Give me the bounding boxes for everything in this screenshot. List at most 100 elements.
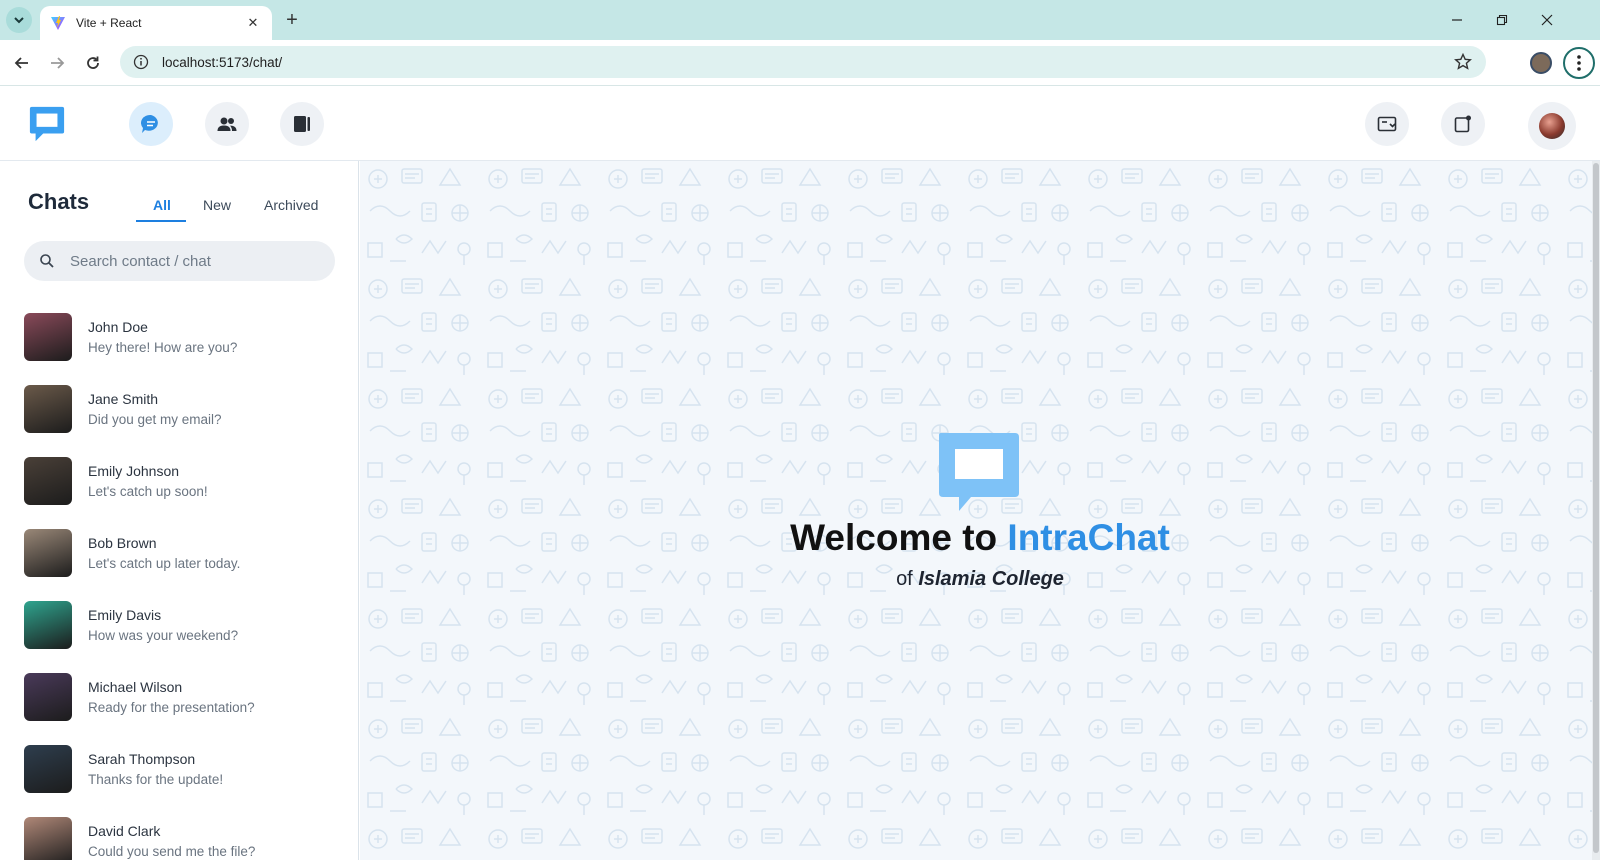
chat-avatar bbox=[24, 385, 72, 433]
subtitle-prefix: of bbox=[896, 568, 919, 590]
bookmark-star-icon[interactable] bbox=[1454, 53, 1472, 71]
forward-button[interactable] bbox=[44, 50, 70, 76]
chat-text: Michael Wilson Ready for the presentation… bbox=[88, 679, 255, 715]
tab-archived[interactable]: Archived bbox=[264, 197, 318, 213]
welcome-title: Welcome to IntraChat bbox=[360, 517, 1600, 559]
url-text: localhost:5173/chat/ bbox=[162, 54, 283, 70]
chat-list-item[interactable]: Emily Johnson Let's catch up soon! bbox=[0, 445, 358, 517]
chat-text: John Doe Hey there! How are you? bbox=[88, 319, 237, 355]
restore-icon bbox=[1496, 14, 1508, 26]
chat-text: Bob Brown Let's catch up later today. bbox=[88, 535, 240, 571]
browser-tab[interactable]: Vite + React ✕ bbox=[40, 6, 272, 40]
chat-text: Emily Davis How was your weekend? bbox=[88, 607, 238, 643]
search-icon bbox=[38, 252, 56, 270]
chat-name: Bob Brown bbox=[88, 535, 157, 551]
chat-last-message: Hey there! How are you? bbox=[88, 340, 238, 355]
vite-logo-icon bbox=[51, 16, 65, 30]
brand-name: IntraChat bbox=[1007, 517, 1170, 558]
reload-button[interactable] bbox=[80, 50, 106, 76]
chat-avatar bbox=[24, 745, 72, 793]
chat-avatar bbox=[24, 817, 72, 860]
chat-name: Emily Davis bbox=[88, 607, 162, 623]
back-button[interactable] bbox=[9, 50, 35, 76]
chat-last-message: Could you send me the file? bbox=[88, 844, 256, 859]
chat-name: Jane Smith bbox=[88, 391, 159, 407]
tab-all[interactable]: All bbox=[153, 197, 171, 213]
chat-avatar bbox=[24, 673, 72, 721]
welcome-subtitle: of Islamia College bbox=[360, 568, 1600, 591]
chat-list-item[interactable]: Jane Smith Did you get my email? bbox=[0, 373, 358, 445]
users-icon bbox=[217, 117, 237, 131]
intrachat-welcome-logo-icon bbox=[939, 433, 1019, 511]
welcome-content: Welcome to IntraChat of Islamia College bbox=[360, 161, 1600, 860]
minimize-icon bbox=[1452, 19, 1462, 21]
chat-text: Jane Smith Did you get my email? bbox=[88, 391, 222, 427]
profile-avatar-image bbox=[1539, 113, 1565, 139]
profile-avatar[interactable] bbox=[1528, 102, 1576, 150]
site-info-icon[interactable] bbox=[132, 53, 150, 71]
chat-last-message: Thanks for the update! bbox=[88, 772, 224, 787]
arrow-left-icon bbox=[14, 57, 28, 69]
chat-list-item[interactable]: Michael Wilson Ready for the presentation… bbox=[0, 661, 358, 733]
chat-sidebar: Chats All New Archived John Doe Hey there… bbox=[0, 161, 359, 860]
chat-list-item[interactable]: Emily Davis How was your weekend? bbox=[0, 589, 358, 661]
chat-last-message: Ready for the presentation? bbox=[88, 700, 255, 715]
chat-name: David Clark bbox=[88, 823, 161, 839]
browser-menu-button[interactable] bbox=[1563, 47, 1595, 79]
chat-last-message: How was your weekend? bbox=[88, 628, 239, 643]
chat-name: Emily Johnson bbox=[88, 463, 180, 479]
close-icon bbox=[1541, 14, 1553, 26]
new-chat-button[interactable] bbox=[1441, 102, 1485, 146]
header-action-button[interactable] bbox=[1365, 102, 1409, 146]
nav-chats-button[interactable] bbox=[129, 102, 173, 146]
welcome-panel: Welcome to IntraChat of Islamia College bbox=[360, 161, 1600, 860]
chat-list-item[interactable]: Sarah Thompson Thanks for the update! bbox=[0, 733, 358, 805]
close-window-button[interactable] bbox=[1532, 6, 1562, 34]
chat-list-item[interactable]: John Doe Hey there! How are you? bbox=[0, 301, 358, 373]
chat-avatar bbox=[24, 601, 72, 649]
stories-icon bbox=[294, 116, 310, 132]
active-tab-indicator bbox=[136, 220, 186, 222]
app-header bbox=[0, 87, 1600, 161]
chat-last-message: Let's catch up soon! bbox=[88, 484, 208, 499]
browser-toolbar: localhost:5173/chat/ bbox=[0, 40, 1600, 86]
new-window-icon bbox=[1454, 115, 1471, 133]
chat-avatar bbox=[24, 457, 72, 505]
chat-list: John Doe Hey there! How are you? Jane Smit… bbox=[0, 301, 358, 860]
search-box[interactable] bbox=[24, 241, 335, 281]
tab-close-icon[interactable]: ✕ bbox=[244, 15, 262, 31]
nav-stories-button[interactable] bbox=[280, 102, 324, 146]
tab-new[interactable]: New bbox=[203, 197, 231, 213]
chat-name: Sarah Thompson bbox=[88, 751, 196, 767]
chat-avatar bbox=[24, 313, 72, 361]
chat-list-item[interactable]: David Clark Could you send me the file? bbox=[0, 805, 358, 860]
chat-text: Emily Johnson Let's catch up soon! bbox=[88, 463, 208, 499]
chat-name: Michael Wilson bbox=[88, 679, 183, 695]
chat-bubble-icon bbox=[140, 114, 158, 133]
chat-list-item[interactable]: Bob Brown Let's catch up later today. bbox=[0, 517, 358, 589]
address-bar[interactable]: localhost:5173/chat/ bbox=[120, 46, 1486, 78]
chat-avatar bbox=[24, 529, 72, 577]
extension-icon[interactable] bbox=[1530, 52, 1552, 74]
new-tab-button[interactable]: + bbox=[280, 8, 304, 32]
chevron-down-icon bbox=[14, 17, 24, 24]
minimize-button[interactable] bbox=[1442, 6, 1472, 34]
intrachat-logo-icon[interactable] bbox=[28, 105, 66, 143]
college-name: Islamia College bbox=[918, 568, 1064, 590]
tab-title: Vite + React bbox=[76, 16, 142, 30]
chats-title: Chats bbox=[28, 189, 90, 214]
tab-search-button[interactable] bbox=[6, 7, 32, 33]
chat-name: John Doe bbox=[88, 319, 148, 335]
welcome-prefix: Welcome to bbox=[790, 517, 1008, 558]
reload-icon bbox=[87, 56, 99, 69]
search-input[interactable] bbox=[70, 252, 310, 270]
chat-text: David Clark Could you send me the file? bbox=[88, 823, 255, 859]
page-scrollbar-thumb[interactable] bbox=[1593, 163, 1599, 853]
browser-tabstrip: Vite + React ✕ + bbox=[0, 0, 1600, 40]
chat-text: Sarah Thompson Thanks for the update! bbox=[88, 751, 223, 787]
restore-button[interactable] bbox=[1487, 6, 1517, 34]
screen-share-icon bbox=[1377, 116, 1397, 132]
more-vertical-icon bbox=[1577, 55, 1581, 71]
arrow-right-icon bbox=[51, 57, 65, 69]
nav-contacts-button[interactable] bbox=[205, 102, 249, 146]
